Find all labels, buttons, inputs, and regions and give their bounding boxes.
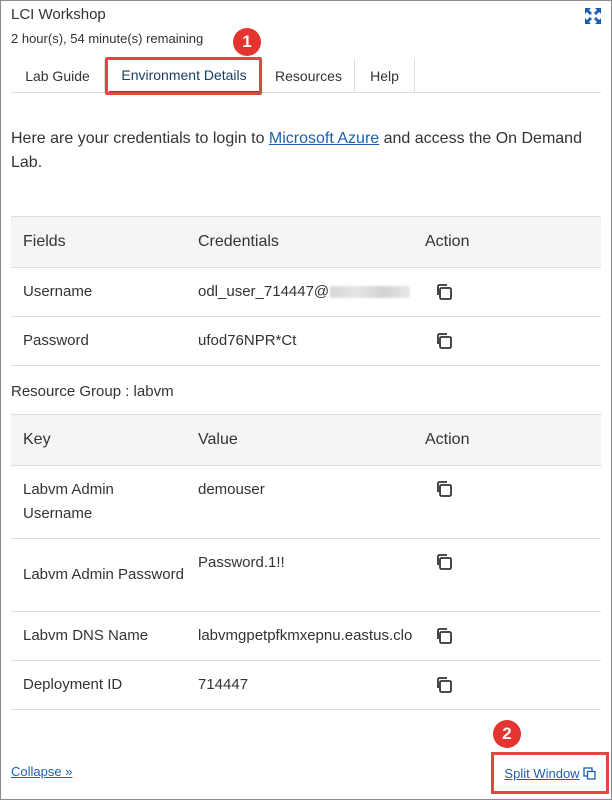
copy-icon[interactable] xyxy=(435,627,453,645)
value-text: Password.1!! xyxy=(198,554,285,571)
panel-title: LCI Workshop xyxy=(11,6,106,23)
table-row: Password ufod76NPR*Ct xyxy=(11,316,601,366)
split-window-button[interactable]: Split Window xyxy=(491,752,609,794)
header-action: Action xyxy=(413,216,601,268)
value-text: labvmgpetpfkmxepnu.eastus.cloudapp.azure… xyxy=(198,627,413,644)
tab-lab-guide[interactable]: Lab Guide xyxy=(11,59,105,93)
resource-group-heading: Resource Group : labvm xyxy=(11,383,174,400)
time-remaining: 2 hour(s), 54 minute(s) remaining xyxy=(11,31,204,46)
username-value: odl_user_714447@ xyxy=(198,283,330,300)
tab-help[interactable]: Help xyxy=(355,59,415,93)
expand-icon[interactable] xyxy=(584,7,602,25)
split-window-icon xyxy=(582,766,596,780)
copy-icon[interactable] xyxy=(435,553,453,571)
intro-text: Here are your credentials to login to Mi… xyxy=(11,130,582,171)
copy-icon[interactable] xyxy=(435,676,453,694)
key-label: Labvm DNS Name xyxy=(11,611,186,661)
key-label: Labvm Admin Password xyxy=(11,538,186,612)
credentials-table: Fields Credentials Action Username odl_u… xyxy=(11,216,601,366)
table-row: Username odl_user_714447@ xyxy=(11,267,601,317)
split-window-label: Split Window xyxy=(504,765,580,781)
value-text: demouser xyxy=(198,481,265,498)
table-row: Deployment ID 714447 xyxy=(11,660,601,710)
table-row: Labvm DNS Name labvmgpetpfkmxepnu.eastus… xyxy=(11,611,601,661)
copy-icon[interactable] xyxy=(435,332,453,350)
tab-bar: Lab Guide Environment Details Resources … xyxy=(11,59,601,93)
microsoft-azure-link[interactable]: Microsoft Azure xyxy=(269,130,379,147)
header-fields: Fields xyxy=(11,216,186,268)
copy-icon[interactable] xyxy=(435,283,453,301)
field-label: Username xyxy=(11,267,186,317)
resource-group-table: Key Value Action Labvm Admin Username de… xyxy=(11,414,601,710)
key-label: Labvm Admin Username xyxy=(11,465,186,539)
password-value: ufod76NPR*Ct xyxy=(198,332,297,349)
header-value: Value xyxy=(186,414,413,466)
field-label: Password xyxy=(11,316,186,366)
value-text: 714447 xyxy=(198,676,249,693)
tab-resources[interactable]: Resources xyxy=(263,59,355,93)
table-row: Labvm Admin Password Password.1!! xyxy=(11,538,601,612)
tab-highlight-box xyxy=(105,57,262,95)
redacted-domain xyxy=(330,286,411,299)
collapse-link[interactable]: Collapse » xyxy=(11,764,72,779)
callout-badge-1: 1 xyxy=(233,28,261,56)
header-credentials: Credentials xyxy=(186,216,413,268)
copy-icon[interactable] xyxy=(435,480,453,498)
key-label: Deployment ID xyxy=(11,660,186,710)
header-key: Key xyxy=(11,414,186,466)
callout-badge-2: 2 xyxy=(493,720,521,748)
header-action: Action xyxy=(413,414,601,466)
table-row: Labvm Admin Username demouser xyxy=(11,465,601,539)
